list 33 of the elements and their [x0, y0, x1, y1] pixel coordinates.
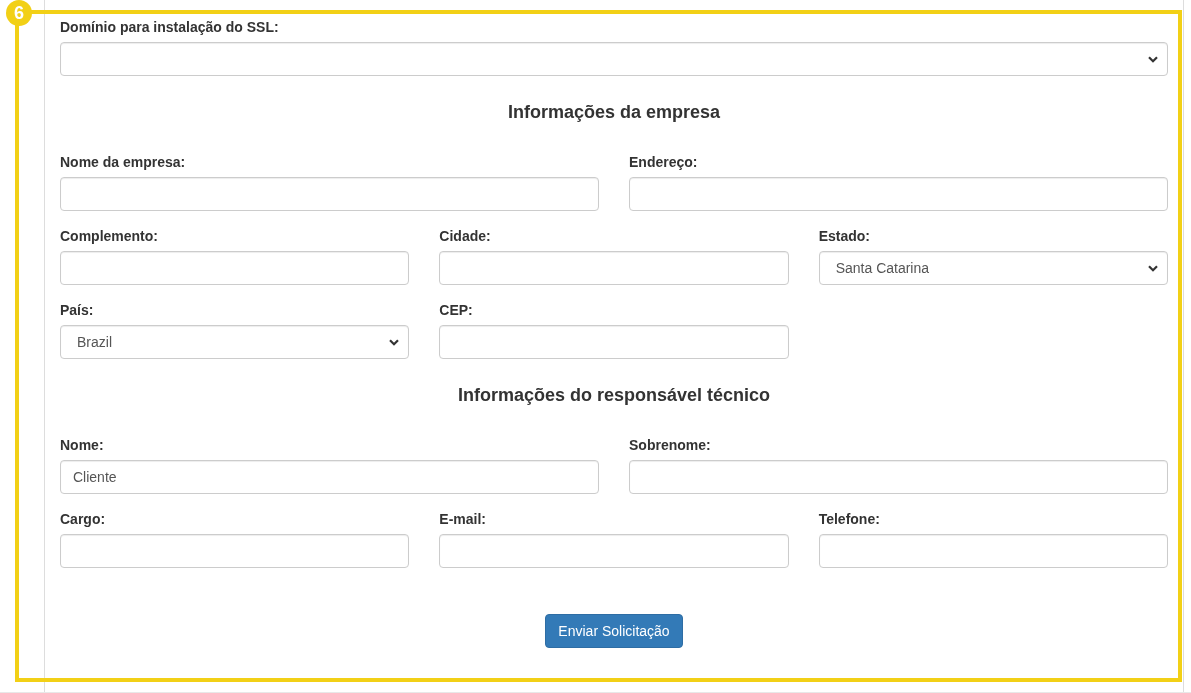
field-label: Nome:: [60, 436, 105, 455]
step-badge: 6: [6, 0, 32, 26]
text-input[interactable]: [439, 251, 789, 285]
field-label: Endereço:: [629, 153, 699, 172]
chevron-down-icon: [389, 338, 400, 346]
field-label: Cidade:: [439, 227, 492, 246]
text-input[interactable]: [629, 460, 1168, 494]
field-label: E-mail:: [439, 510, 487, 529]
field-label: País:: [60, 301, 95, 320]
text-input[interactable]: [60, 177, 599, 211]
field-label: Estado:: [818, 227, 871, 246]
submit-button[interactable]: Enviar Solicitação: [545, 614, 683, 648]
text-input[interactable]: [439, 534, 789, 568]
text-input[interactable]: [60, 251, 410, 285]
field-label: Nome da empresa:: [60, 153, 187, 172]
chevron-down-icon: [1148, 264, 1158, 272]
field-label: Domínio para instalação do SSL:: [60, 18, 280, 37]
field-label: Cargo:: [60, 510, 107, 529]
select-field[interactable]: [60, 42, 1168, 76]
chevron-down-icon: [1148, 55, 1158, 63]
text-input[interactable]: [439, 325, 789, 359]
section-heading: Informações da empresa: [506, 102, 722, 122]
text-input[interactable]: [60, 534, 410, 568]
select-field[interactable]: Santa Catarina: [818, 251, 1168, 285]
section-heading: Informações do responsável técnico: [456, 385, 772, 405]
select-field[interactable]: Brazil: [60, 325, 410, 359]
field-label: CEP:: [439, 301, 474, 320]
text-input[interactable]: [818, 534, 1168, 568]
text-input[interactable]: [629, 177, 1168, 211]
field-label: Telefone:: [818, 510, 881, 529]
field-label: Sobrenome:: [629, 436, 712, 455]
field-label: Complemento:: [60, 227, 159, 246]
text-input[interactable]: Cliente: [60, 460, 599, 494]
